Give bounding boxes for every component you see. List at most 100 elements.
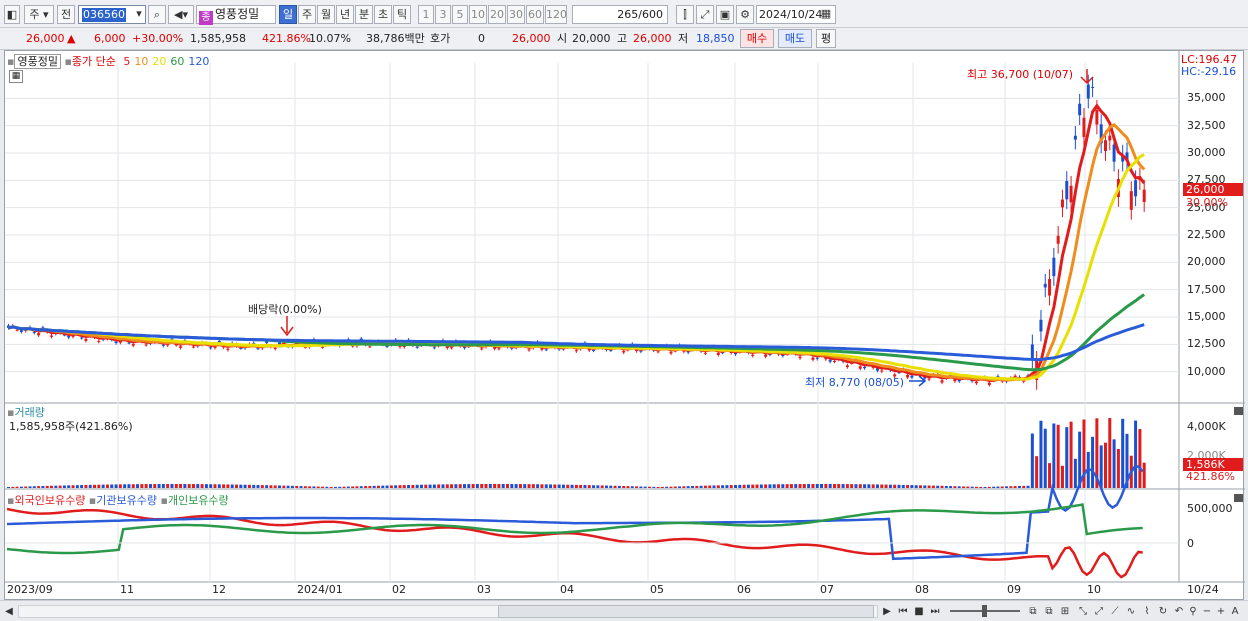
candle-type-icon[interactable]: ⫿ [676, 5, 694, 24]
candle-body [1078, 103, 1082, 116]
volume-panel-close-icon[interactable] [1234, 407, 1243, 415]
minute-step-20[interactable]: 20 [488, 5, 506, 24]
period-tab-0[interactable]: 일 [279, 5, 297, 24]
trend-tool-icon[interactable]: ⤢ [1092, 604, 1106, 619]
minute-step-1[interactable]: 1 [418, 5, 434, 24]
volume-bar [269, 485, 273, 488]
split-icon[interactable]: ⊞ [1058, 604, 1072, 619]
volume-y-tick-1: 4,000K [1187, 420, 1226, 433]
candle-body [639, 350, 643, 352]
minute-step-30[interactable]: 30 [507, 5, 525, 24]
refresh-icon[interactable]: ↻ [1156, 604, 1170, 619]
candle-body [1069, 185, 1073, 203]
layout-icon[interactable]: ◧ [4, 5, 20, 24]
minute-step-120[interactable]: 120 [545, 5, 567, 24]
scroll-right-icon[interactable]: ▶ [880, 604, 894, 619]
volume-bar [1017, 485, 1021, 488]
undo-icon[interactable]: ↶ [1172, 604, 1186, 619]
zoom-in-icon[interactable]: + [1214, 604, 1228, 619]
volume-bar [570, 484, 574, 488]
volume-bar [794, 484, 798, 488]
volume-bar [691, 486, 694, 488]
period-tab-2[interactable]: 월 [317, 5, 335, 24]
volume-bar [755, 484, 759, 488]
volume-bar [209, 484, 213, 488]
period-tab-6[interactable]: 틱 [393, 5, 411, 24]
font-size-icon[interactable]: A [1228, 604, 1242, 619]
minute-step-60[interactable]: 60 [526, 5, 544, 24]
code-dropdown-icon[interactable]: ▾ [132, 5, 146, 24]
calendar-icon[interactable]: ▦ [818, 5, 834, 24]
stock-name-field[interactable]: 종 영풍정밀 [196, 5, 276, 25]
candle-body [1082, 117, 1086, 137]
chart-canvas[interactable] [5, 51, 1245, 601]
candle-body [209, 347, 213, 349]
volume-bar [893, 484, 897, 488]
candle-body [927, 378, 931, 380]
volume-bar [983, 486, 987, 488]
chart-area[interactable]: ▪ 영풍정밀 ▪종가 단순 5 10 20 60 120 ▦ LC:196.47 HC:-… [4, 50, 1245, 601]
minute-step-10[interactable]: 10 [469, 5, 487, 24]
up-arrow-icon: ▲ [67, 32, 76, 45]
market-select[interactable]: 주 ▾ [24, 5, 54, 24]
volume-tag-pct: 421.86% [1186, 470, 1235, 483]
period-tab-1[interactable]: 주 [298, 5, 316, 24]
sell-button[interactable]: 매도 [778, 29, 812, 48]
volume-bar [187, 484, 191, 488]
forward-icon[interactable]: ⏭ [928, 604, 942, 619]
buy-button[interactable]: 매수 [740, 29, 774, 48]
rewind-icon[interactable]: ⏮ [896, 604, 910, 619]
volume-bar [1073, 458, 1077, 488]
volume-bar [798, 484, 802, 488]
period-tab-3[interactable]: 년 [336, 5, 354, 24]
scroll-left-icon[interactable]: ◀ [2, 604, 16, 619]
ma-legend-120: 120 [188, 55, 210, 68]
candle-body [226, 348, 230, 350]
low-label: 저 [678, 32, 689, 45]
holdings-bullet: ▪ [85, 494, 97, 507]
minute-step-3[interactable]: 3 [435, 5, 451, 24]
volume-bar [919, 485, 922, 488]
candle-body [987, 382, 991, 385]
measure-tool-icon[interactable]: ⌇ [1140, 604, 1154, 619]
line-tool-icon[interactable]: ⤡ [1076, 604, 1090, 619]
speaker-icon[interactable]: ◀▾ [168, 5, 194, 24]
window-icon[interactable]: ⧉ [1042, 604, 1056, 619]
holdings-panel-close-icon[interactable] [1234, 494, 1243, 502]
settings-gear-icon[interactable]: ⚙ [736, 5, 754, 24]
wave-tool-icon[interactable]: ∿ [1124, 604, 1138, 619]
price-legend: ▪ 영풍정밀 ▪종가 단순 5 10 20 60 120 [7, 54, 210, 69]
candle-body [368, 346, 372, 348]
bar-count-input[interactable]: 265/600 [572, 5, 668, 24]
stop-icon[interactable]: ■ [912, 604, 926, 619]
minute-step-5[interactable]: 5 [452, 5, 468, 24]
zoom-out-icon[interactable]: − [1200, 604, 1214, 619]
copy-icon[interactable]: ⧉ [1026, 604, 1040, 619]
period-tab-5[interactable]: 초 [374, 5, 392, 24]
fan-tool-icon[interactable]: ⟋ [1108, 604, 1122, 619]
candle-body [273, 348, 277, 350]
turnover-rate: 10.07% [309, 32, 351, 45]
volume-bar [1030, 433, 1034, 488]
zoom-slider-handle[interactable] [982, 605, 987, 617]
eval-button[interactable]: 평 [816, 29, 836, 48]
candle-body [815, 357, 819, 359]
volume-bar [974, 486, 978, 488]
stock-name: 영풍정밀 [215, 7, 260, 21]
volume-bar [716, 485, 720, 488]
draw-tool-icon[interactable]: ⤢ [696, 5, 714, 24]
candle-body [50, 335, 54, 337]
save-icon[interactable]: ▣ [716, 5, 734, 24]
zoom-icon[interactable]: ⚲ [1186, 604, 1200, 619]
volume-bar [166, 484, 170, 488]
search-icon[interactable]: ⌕ [148, 5, 166, 24]
volume-bar [510, 484, 514, 488]
table-view-icon[interactable]: ▦ [9, 70, 23, 83]
candle-body [1134, 180, 1138, 197]
ma-line-5 [8, 103, 1146, 383]
volume-bar [1142, 462, 1146, 488]
prev-button[interactable]: 전 [57, 5, 75, 24]
scroll-thumb[interactable] [498, 605, 874, 618]
volume-bar [587, 485, 591, 488]
period-tab-4[interactable]: 분 [355, 5, 373, 24]
